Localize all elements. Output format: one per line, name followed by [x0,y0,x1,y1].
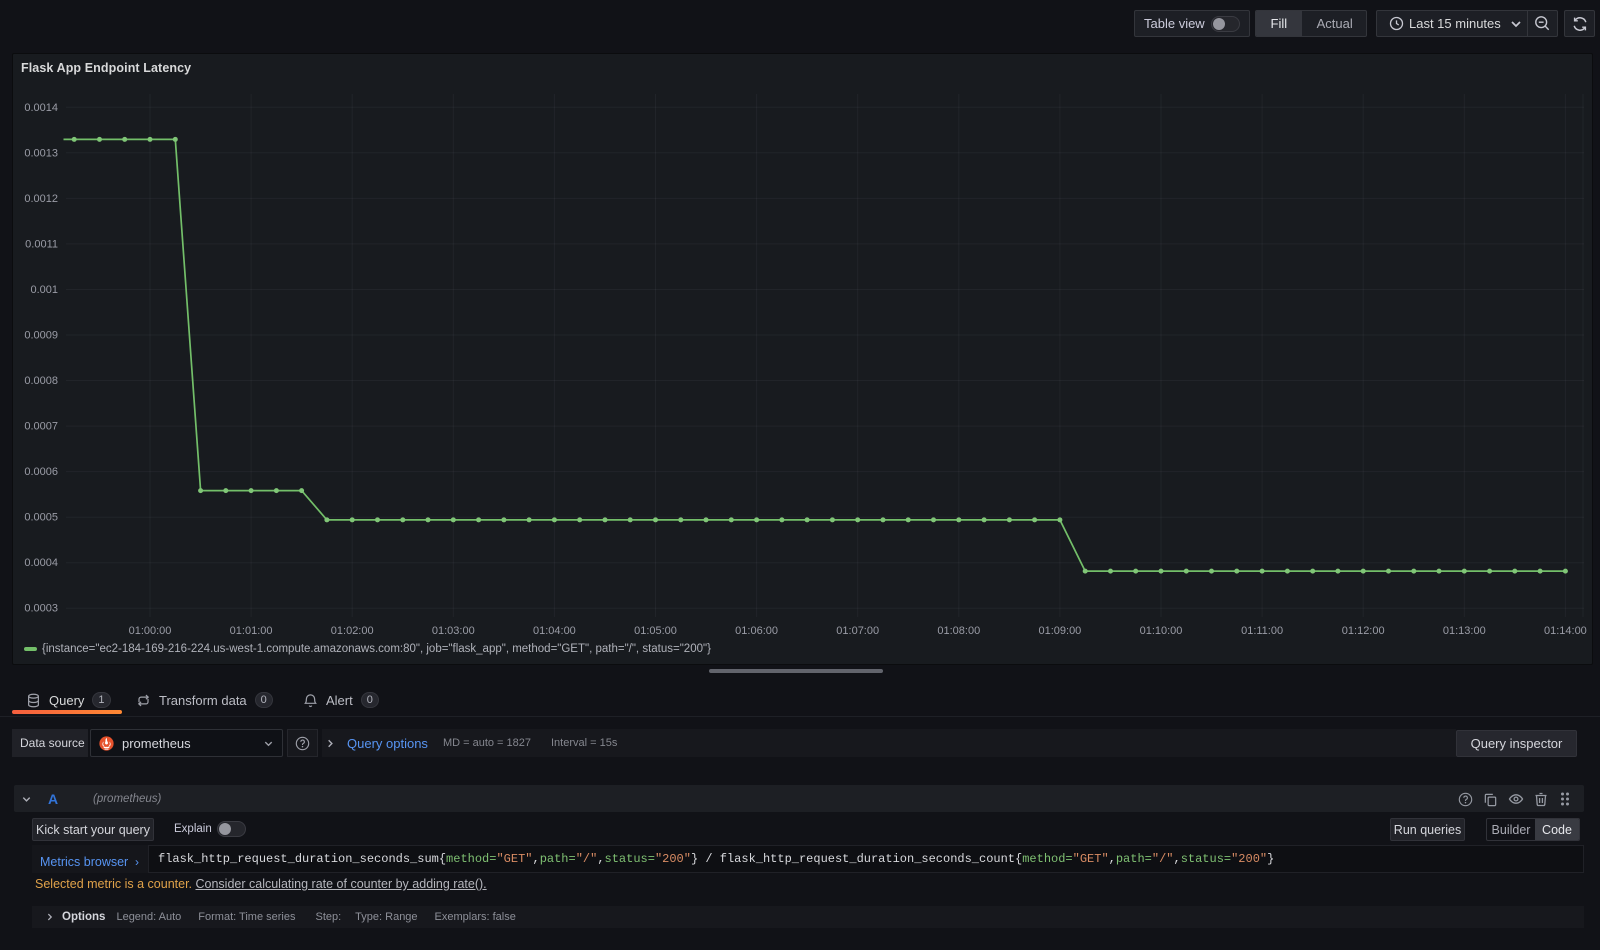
svg-text:01:13:00: 01:13:00 [1443,625,1486,637]
svg-text:0.0008: 0.0008 [24,375,58,387]
svg-text:01:06:00: 01:06:00 [735,625,778,637]
svg-text:01:04:00: 01:04:00 [533,625,576,637]
svg-text:01:09:00: 01:09:00 [1038,625,1081,637]
svg-text:01:14:00: 01:14:00 [1544,625,1587,637]
svg-text:0.0003: 0.0003 [24,603,58,615]
svg-text:01:11:00: 01:11:00 [1241,625,1283,637]
svg-text:01:00:00: 01:00:00 [129,625,172,637]
svg-text:0.0006: 0.0006 [24,466,58,478]
svg-text:0.0005: 0.0005 [24,512,58,524]
svg-text:01:10:00: 01:10:00 [1140,625,1183,637]
svg-text:01:07:00: 01:07:00 [836,625,879,637]
svg-text:01:12:00: 01:12:00 [1342,625,1385,637]
svg-text:01:05:00: 01:05:00 [634,625,677,637]
svg-text:01:03:00: 01:03:00 [432,625,475,637]
svg-text:0.0012: 0.0012 [24,193,58,205]
svg-text:01:08:00: 01:08:00 [937,625,980,637]
svg-text:0.001: 0.001 [30,284,58,296]
svg-text:0.0011: 0.0011 [25,238,58,250]
svg-text:01:02:00: 01:02:00 [331,625,374,637]
svg-text:0.0013: 0.0013 [24,147,58,159]
svg-text:0.0007: 0.0007 [24,421,58,433]
svg-text:01:01:00: 01:01:00 [230,625,273,637]
svg-text:0.0009: 0.0009 [24,330,58,342]
svg-text:0.0004: 0.0004 [24,557,58,569]
svg-text:0.0014: 0.0014 [24,102,58,114]
